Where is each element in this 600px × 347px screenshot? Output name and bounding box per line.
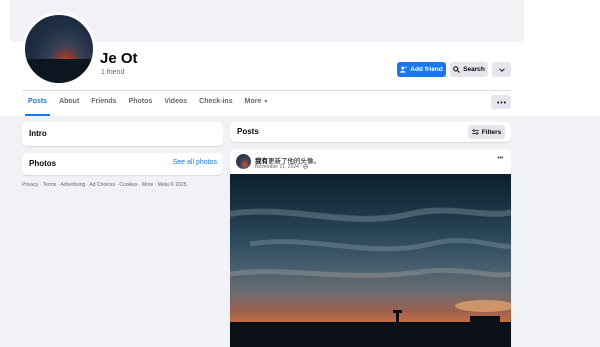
post-image[interactable]: [230, 174, 511, 347]
search-icon: [453, 66, 461, 73]
tab-more[interactable]: More ▼: [239, 93, 275, 113]
filters-icon: [471, 129, 479, 135]
footer-links[interactable]: Privacy · Terms · Advertising · Ad Choic…: [22, 182, 227, 189]
more-dots-icon: [496, 101, 506, 103]
filters-label: Filters: [481, 128, 502, 136]
more-options-button[interactable]: [492, 62, 511, 77]
photos-title: Photos: [29, 159, 57, 168]
search-label: Search: [463, 66, 485, 73]
filters-button[interactable]: Filters: [468, 125, 505, 139]
tab-photos[interactable]: Photos: [123, 93, 159, 113]
profile-header: Je Ot 1 friend Add friend Search Posts A…: [0, 0, 600, 116]
post-card: 我有更新了他的头像。 November 21, 2024 · •••: [230, 149, 511, 347]
header-divider: [22, 90, 511, 91]
post-author-avatar[interactable]: [236, 154, 251, 169]
intro-title: Intro: [29, 129, 47, 138]
chevron-down-icon: [498, 67, 505, 72]
profile-avatar[interactable]: [22, 12, 96, 86]
globe-icon: [303, 164, 309, 169]
post-meta: November 21, 2024 ·: [255, 164, 309, 170]
profile-tabs: Posts About Friends Photos Videos Check-…: [22, 93, 275, 116]
see-all-photos-link[interactable]: See all photos: [173, 159, 217, 166]
tab-videos[interactable]: Videos: [158, 93, 193, 113]
posts-title: Posts: [237, 127, 259, 136]
add-person-icon: [400, 66, 408, 73]
intro-card: Intro: [22, 122, 223, 146]
add-friend-button[interactable]: Add friend: [397, 62, 446, 77]
tab-more-label: More: [244, 98, 262, 105]
post-options-icon[interactable]: •••: [497, 155, 503, 162]
caret-down-icon: ▼: [263, 99, 269, 105]
tab-check-ins[interactable]: Check-ins: [193, 93, 238, 113]
tab-friends[interactable]: Friends: [85, 93, 122, 113]
search-button[interactable]: Search: [450, 62, 488, 77]
add-friend-label: Add friend: [410, 66, 443, 73]
profile-name: Je Ot: [100, 50, 138, 67]
tabs-more-dots-button[interactable]: [491, 95, 511, 109]
post-date[interactable]: November 21, 2024 ·: [255, 164, 302, 170]
tab-about[interactable]: About: [53, 93, 85, 113]
tab-posts[interactable]: Posts: [22, 93, 53, 116]
photos-card: Photos See all photos: [22, 153, 223, 175]
friend-count[interactable]: 1 friend: [101, 69, 124, 76]
